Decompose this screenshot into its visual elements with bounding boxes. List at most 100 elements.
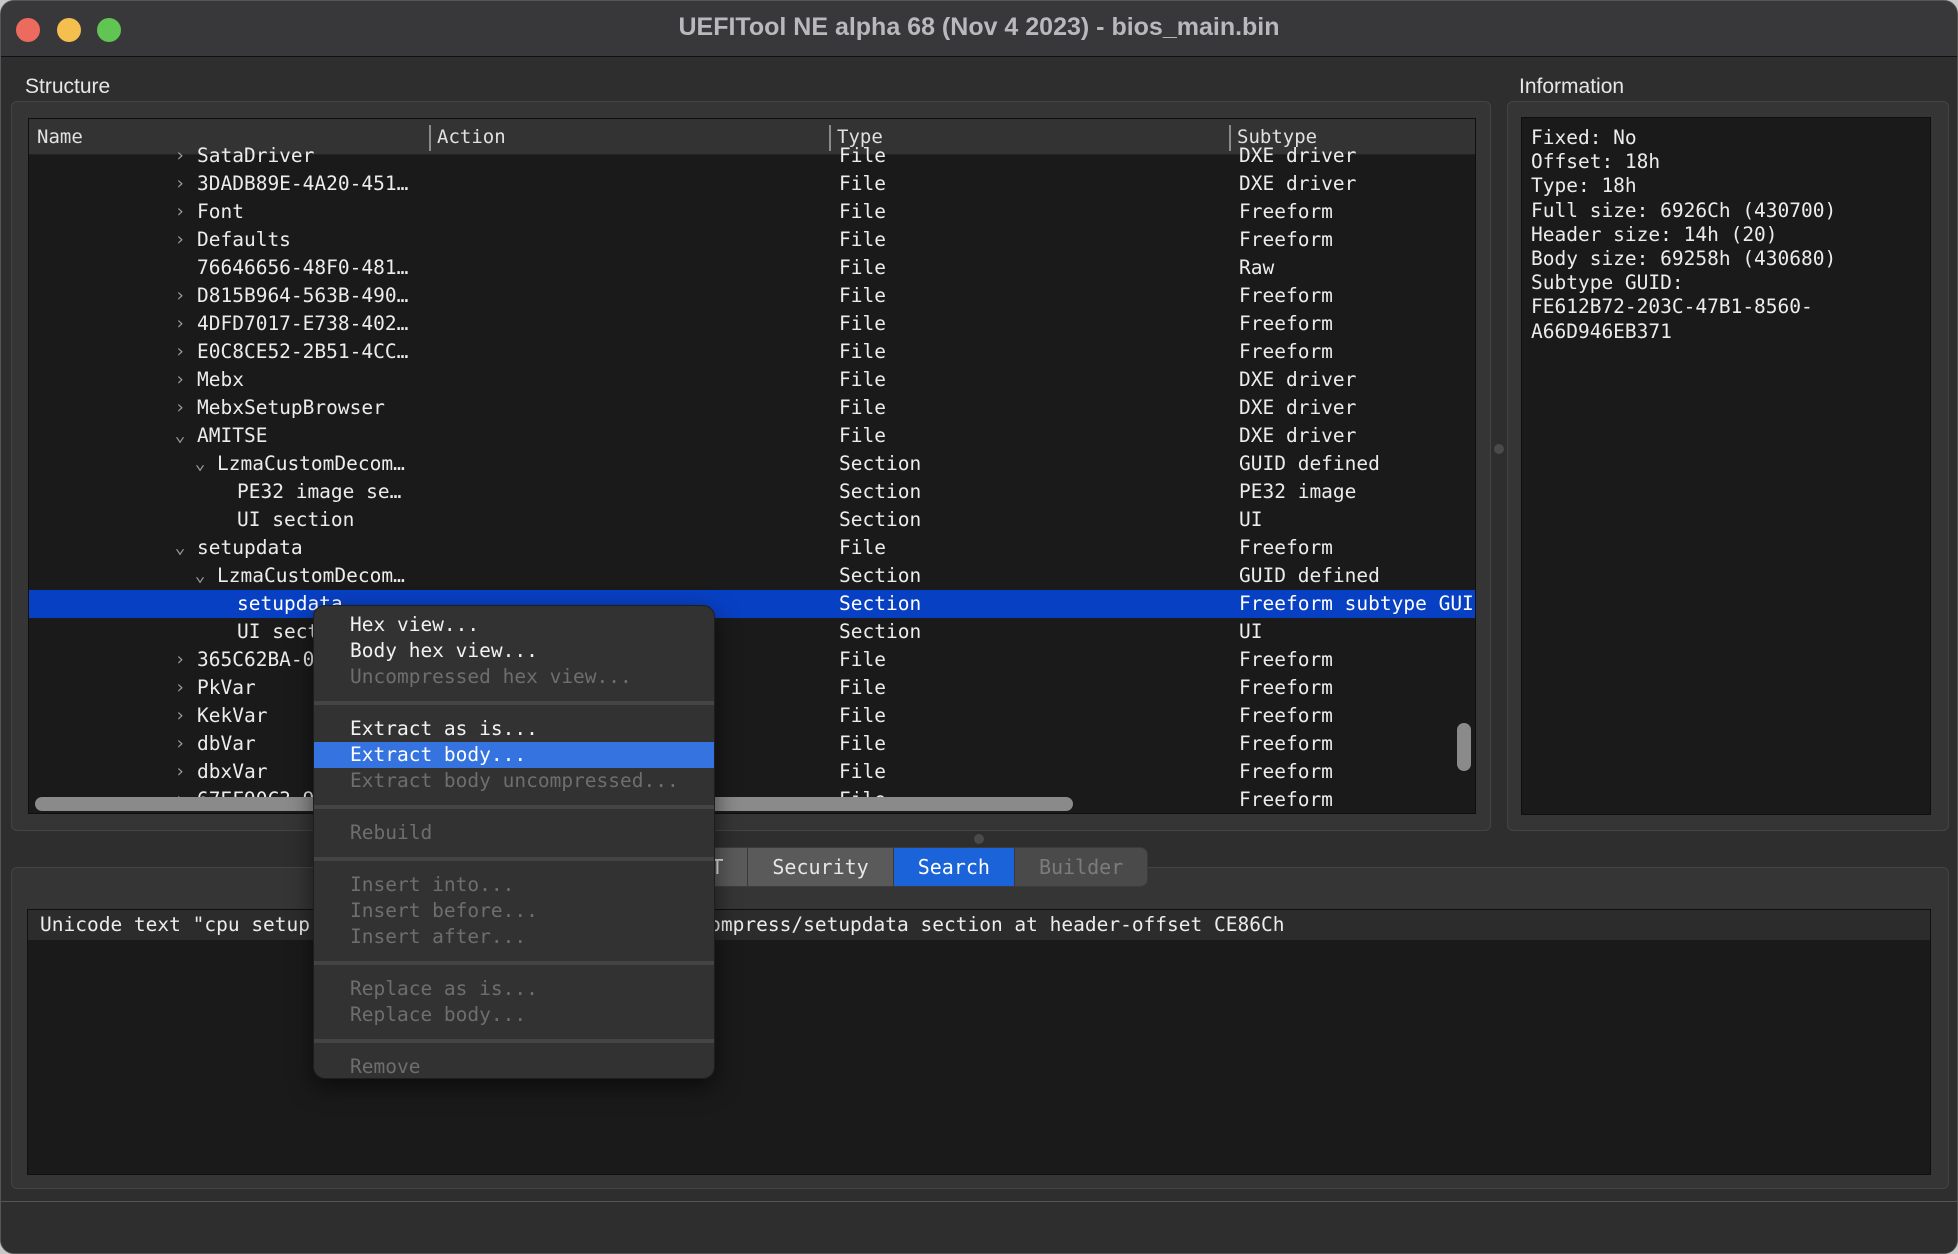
information-label: Information [1519,75,1625,98]
menu-item-hex-view[interactable]: Hex view... [314,612,714,638]
tree-row[interactable]: › 4DFD7017-E738-402… File Freeform [29,310,1475,338]
title-bar: UEFITool NE alpha 68 (Nov 4 2023) - bios… [1,1,1957,57]
chevron-down-icon[interactable]: ⌄ [191,450,209,478]
chevron-right-icon[interactable]: › [171,310,189,338]
tree-row[interactable]: ⌄ AMITSE File DXE driver [29,422,1475,450]
row-type: Section [839,508,922,531]
chevron-right-icon[interactable]: › [171,198,189,226]
tree-row[interactable]: › Defaults File Freeform [29,226,1475,254]
menu-separator [314,805,714,809]
row-type: Section [839,592,922,615]
tree-row[interactable]: › D815B964-563B-490… File Freeform [29,282,1475,310]
tree-row[interactable]: › MebxSetupBrowser File DXE driver [29,394,1475,422]
row-type: File [839,256,886,279]
vertical-scrollbar[interactable] [1457,723,1471,771]
row-name: SataDriver [197,144,315,167]
row-name: LzmaCustomDecom… [217,452,405,475]
menu-item-insert-after: Insert after... [350,925,527,948]
menu-item-rebuild: Rebuild [350,821,433,844]
tree-row[interactable]: ⌄ setupdata File Freeform [29,534,1475,562]
row-type: File [839,704,886,727]
row-subtype: Freeform [1239,312,1333,335]
row-subtype: Freeform [1239,760,1333,783]
menu-item-uncompressed-hex-view: Uncompressed hex view... [350,665,632,688]
menu-item-insert-before: Insert before... [350,899,538,922]
tree-row[interactable]: › dbxVar File Freeform [29,758,1475,786]
row-type: File [839,760,886,783]
tree-row[interactable]: ⌄ LzmaCustomDecom… Section GUID defined [29,562,1475,590]
tree-row[interactable]: PE32 image se… Section PE32 image [29,478,1475,506]
tab-search[interactable]: Search [893,848,1015,886]
tree-row[interactable]: › 365C62BA-05EF-4B2… File Freeform [29,646,1475,674]
tree-row[interactable]: › 3DADB89E-4A20-451… File DXE driver [29,170,1475,198]
row-name: D815B964-563B-490… [197,284,409,307]
row-type: File [839,228,886,251]
tree-row[interactable]: UI section Section UI [29,618,1475,646]
tree-row[interactable]: › dbVar File Freeform [29,730,1475,758]
tree-row[interactable]: UI section Section UI [29,506,1475,534]
chevron-right-icon[interactable]: › [171,226,189,254]
chevron-right-icon[interactable]: › [171,170,189,198]
chevron-right-icon[interactable]: › [171,394,189,422]
chevron-right-icon[interactable]: › [171,730,189,758]
row-name: Mebx [197,368,244,391]
row-type: File [839,536,886,559]
tree-row[interactable]: setupdata Section Freeform subtype GUID [29,590,1475,618]
tree-row[interactable]: › Mebx File DXE driver [29,366,1475,394]
information-text[interactable]: Fixed: No Offset: 18h Type: 18h Full siz… [1521,117,1931,815]
row-type: File [839,340,886,363]
chevron-down-icon[interactable]: ⌄ [171,534,189,562]
tree-row[interactable]: ⌄ LzmaCustomDecom… Section GUID defined [29,450,1475,478]
row-type: File [839,424,886,447]
structure-label: Structure [25,75,111,98]
row-name: MebxSetupBrowser [197,396,385,419]
row-name: AMITSE [197,424,268,447]
menu-separator [314,1039,714,1043]
chevron-right-icon[interactable]: › [171,758,189,786]
menu-item-extract-as-is[interactable]: Extract as is... [314,716,714,742]
tree-row[interactable]: › PkVar File Freeform [29,674,1475,702]
menu-item-replace-body: Replace body... [350,1003,527,1026]
menu-separator [314,857,714,861]
row-type: Section [839,620,922,643]
chevron-right-icon[interactable]: › [171,338,189,366]
chevron-down-icon[interactable]: ⌄ [171,422,189,450]
chevron-down-icon[interactable]: ⌄ [191,562,209,590]
horizontal-splitter-handle[interactable] [974,834,984,844]
row-name: E0C8CE52-2B51-4CC… [197,340,409,363]
tree-row[interactable]: 76646656-48F0-481… File Raw [29,254,1475,282]
row-subtype: UI [1239,508,1263,531]
chevron-right-icon[interactable]: › [171,282,189,310]
row-type: Section [839,480,922,503]
chevron-right-icon[interactable]: › [171,674,189,702]
row-type: File [839,172,886,195]
tree-row[interactable]: › E0C8CE52-2B51-4CC… File Freeform [29,338,1475,366]
row-type: File [839,396,886,419]
chevron-right-icon[interactable]: › [171,142,189,170]
chevron-right-icon[interactable]: › [171,702,189,730]
row-name: 4DFD7017-E738-402… [197,312,409,335]
row-subtype: Freeform [1239,340,1333,363]
row-name: setupdata [197,536,303,559]
structure-tree[interactable]: Name Action Type Subtype › SataDriver File… [28,118,1476,814]
row-type: File [839,648,886,671]
tree-row[interactable]: › SataDriver File DXE driver [29,142,1475,170]
tree-row[interactable]: › Font File Freeform [29,198,1475,226]
chevron-right-icon[interactable]: › [171,366,189,394]
tree-row[interactable]: › KekVar File Freeform [29,702,1475,730]
row-subtype: DXE driver [1239,144,1357,167]
status-bar [1,1201,1957,1253]
row-subtype: DXE driver [1239,172,1357,195]
row-type: Section [839,564,922,587]
tab-security[interactable]: Security [748,848,894,886]
row-type: File [839,144,886,167]
menu-separator [314,961,714,965]
vertical-splitter-handle[interactable] [1494,444,1504,454]
chevron-right-icon[interactable]: › [171,646,189,674]
menu-item-body-hex-view[interactable]: Body hex view... [314,638,714,664]
row-subtype: Freeform [1239,732,1333,755]
window-title: UEFITool NE alpha 68 (Nov 4 2023) - bios… [678,13,1280,41]
menu-item-remove: Remove [350,1055,421,1078]
menu-item-extract-body[interactable]: Extract body... [314,742,714,768]
row-name: UI section [237,508,355,531]
